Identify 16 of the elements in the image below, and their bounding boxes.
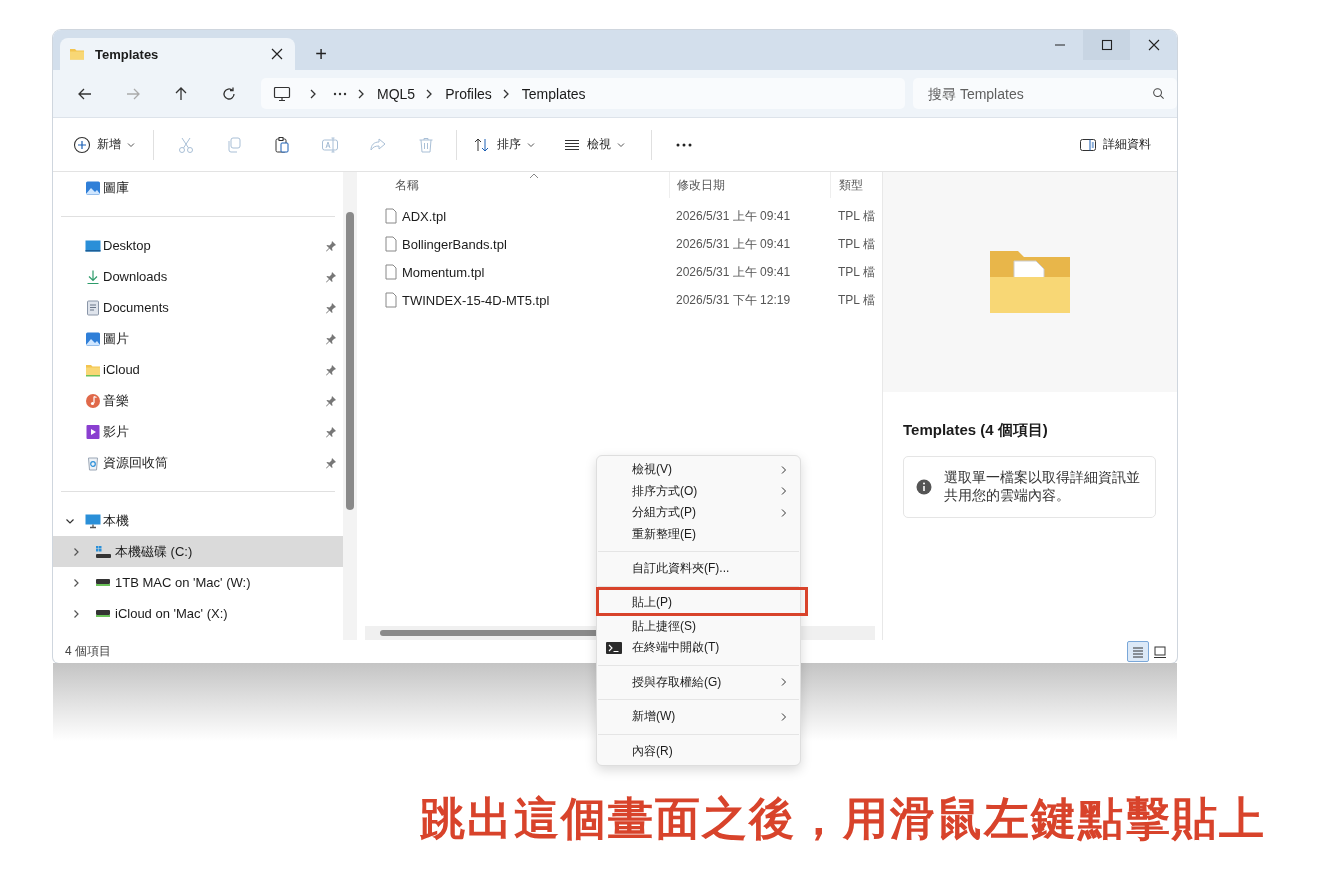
file-type: TPL 檔 <box>838 235 875 253</box>
file-type: TPL 檔 <box>838 207 875 225</box>
modified-date: 2026/5/31 上午 09:41 <box>676 235 791 253</box>
modified-date: 2026/5/31 下午 12:19 <box>676 291 791 309</box>
file-name: ADX.tpl <box>402 208 447 224</box>
file-name: TWINDEX-15-4D-MT5.tpl <box>402 292 550 308</box>
info-text: 選取單一檔案以取得詳細資訊並共用您的雲端內容。 <box>944 469 1141 505</box>
file-type: TPL 檔 <box>838 263 875 281</box>
file-name: BollingerBands.tpl <box>402 236 507 252</box>
modified-date: 2026/5/31 上午 09:41 <box>676 263 791 281</box>
file-type: TPL 檔 <box>838 291 875 309</box>
modified-date: 2026/5/31 上午 09:41 <box>676 207 791 225</box>
item-count: 4 個項目 <box>65 643 111 660</box>
caption: 跳出這個畫面之後，用滑鼠左鍵點擊貼上 <box>420 792 1266 846</box>
details-title: Templates (4 個項目) <box>903 421 1049 440</box>
file-name: Momentum.tpl <box>402 264 485 280</box>
